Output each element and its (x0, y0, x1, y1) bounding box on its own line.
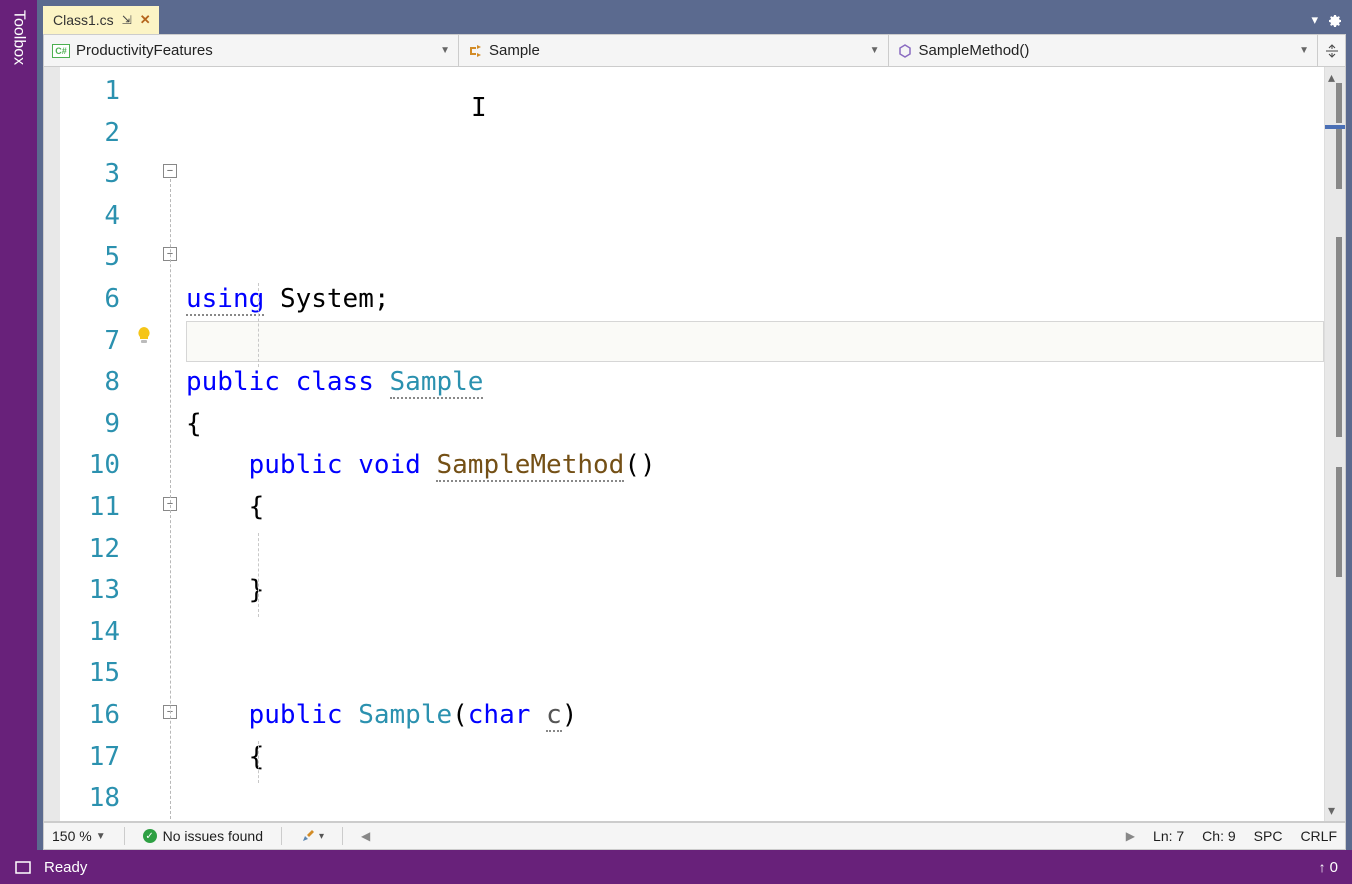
glyph-margin (130, 67, 160, 821)
line-number: 2 (60, 113, 120, 155)
class-dropdown[interactable]: Sample ▼ (459, 35, 889, 66)
navigation-bar: C# ProductivityFeatures ▼ Sample ▼ Sampl… (43, 34, 1346, 67)
line-number: 3 (60, 154, 120, 196)
tab-row: Class1.cs ⇲ ✕ ▾ (43, 6, 1346, 34)
cursor-char[interactable]: Ch: 9 (1202, 828, 1235, 844)
fold-toggle[interactable]: − (163, 164, 177, 178)
brush-icon[interactable]: ▾ (300, 828, 324, 844)
lightbulb-icon[interactable] (134, 326, 154, 346)
document-area: Class1.cs ⇲ ✕ ▾ C# ProductivityFeatures … (37, 0, 1352, 850)
project-dropdown[interactable]: C# ProductivityFeatures ▼ (44, 35, 459, 66)
class-icon (467, 43, 483, 59)
line-number: 16 (60, 695, 120, 737)
file-tab-label: Class1.cs (53, 12, 114, 28)
line-number: 12 (60, 529, 120, 571)
window-overflow-icon[interactable]: ▾ (1311, 12, 1318, 28)
member-dropdown[interactable]: SampleMethod() ▼ (889, 35, 1318, 66)
issues-text: No issues found (163, 828, 263, 844)
line-number: 14 (60, 612, 120, 654)
indent-mode[interactable]: SPC (1254, 828, 1283, 844)
toolbox-label: Toolbox (10, 0, 28, 65)
editor-left-margin (44, 67, 60, 821)
nav-forward-icon[interactable]: ▶ (1126, 829, 1135, 843)
line-number: 13 (60, 570, 120, 612)
line-ending[interactable]: CRLF (1300, 828, 1337, 844)
line-number: 17 (60, 737, 120, 779)
check-icon: ✓ (143, 829, 157, 843)
nav-back-icon[interactable]: ◀ (361, 829, 370, 843)
line-number: 9 (60, 404, 120, 446)
line-number: 10 (60, 445, 120, 487)
line-number: 5 (60, 237, 120, 279)
arrow-up-icon: ↑ (1319, 859, 1326, 875)
push-count: 0 (1330, 859, 1338, 876)
fold-column: − − − − (160, 67, 186, 821)
text-cursor: I (471, 88, 487, 130)
window-icon (14, 858, 32, 876)
status-text: Ready (44, 859, 87, 876)
line-number-gutter: 1 2 3 4 5 6 7 8 9 10 11 12 13 14 15 16 1… (60, 67, 130, 821)
line-number: 15 (60, 653, 120, 695)
member-name: SampleMethod() (919, 42, 1030, 59)
issues-indicator[interactable]: ✓ No issues found (143, 828, 263, 844)
chevron-down-icon: ▼ (440, 45, 450, 56)
code-editor[interactable]: 1 2 3 4 5 6 7 8 9 10 11 12 13 14 15 16 1… (43, 67, 1346, 822)
zoom-value: 150 % (52, 828, 92, 844)
line-number: 7 (60, 321, 120, 363)
chevron-down-icon: ▼ (1299, 45, 1309, 56)
scrollbar-map[interactable]: ▴ ▾ (1324, 67, 1345, 821)
toolbox-panel-tab[interactable]: Toolbox (0, 0, 37, 884)
ide-status-bar: Ready ↑ 0 (0, 850, 1352, 884)
scroll-up-icon[interactable]: ▴ (1328, 69, 1335, 86)
zoom-level-dropdown[interactable]: 150 % ▼ (52, 828, 106, 844)
scroll-down-icon[interactable]: ▾ (1328, 802, 1335, 819)
chevron-down-icon: ▼ (96, 831, 106, 842)
cursor-line[interactable]: Ln: 7 (1153, 828, 1184, 844)
csharp-icon: C# (52, 44, 70, 58)
project-name: ProductivityFeatures (76, 42, 213, 59)
current-line-highlight (186, 321, 1324, 363)
code-content[interactable]: using System; public class Sample { publ… (186, 67, 1324, 821)
chevron-down-icon: ▼ (870, 45, 880, 56)
line-number: 6 (60, 279, 120, 321)
push-indicator[interactable]: ↑ 0 (1319, 859, 1338, 876)
line-number: 11 (60, 487, 120, 529)
file-tab-class1[interactable]: Class1.cs ⇲ ✕ (43, 6, 159, 34)
gear-icon[interactable] (1326, 12, 1342, 28)
editor-status-bar: 150 % ▼ ✓ No issues found ▾ ◀ ▶ Ln: 7 Ch… (43, 822, 1346, 850)
split-window-button[interactable] (1317, 35, 1345, 66)
close-icon[interactable]: ✕ (140, 12, 151, 28)
line-number: 1 (60, 71, 120, 113)
line-number: 18 (60, 778, 120, 820)
method-icon (897, 43, 913, 59)
line-number: 8 (60, 362, 120, 404)
line-number: 4 (60, 196, 120, 238)
class-name: Sample (489, 42, 540, 59)
pin-icon[interactable]: ⇲ (122, 13, 132, 27)
